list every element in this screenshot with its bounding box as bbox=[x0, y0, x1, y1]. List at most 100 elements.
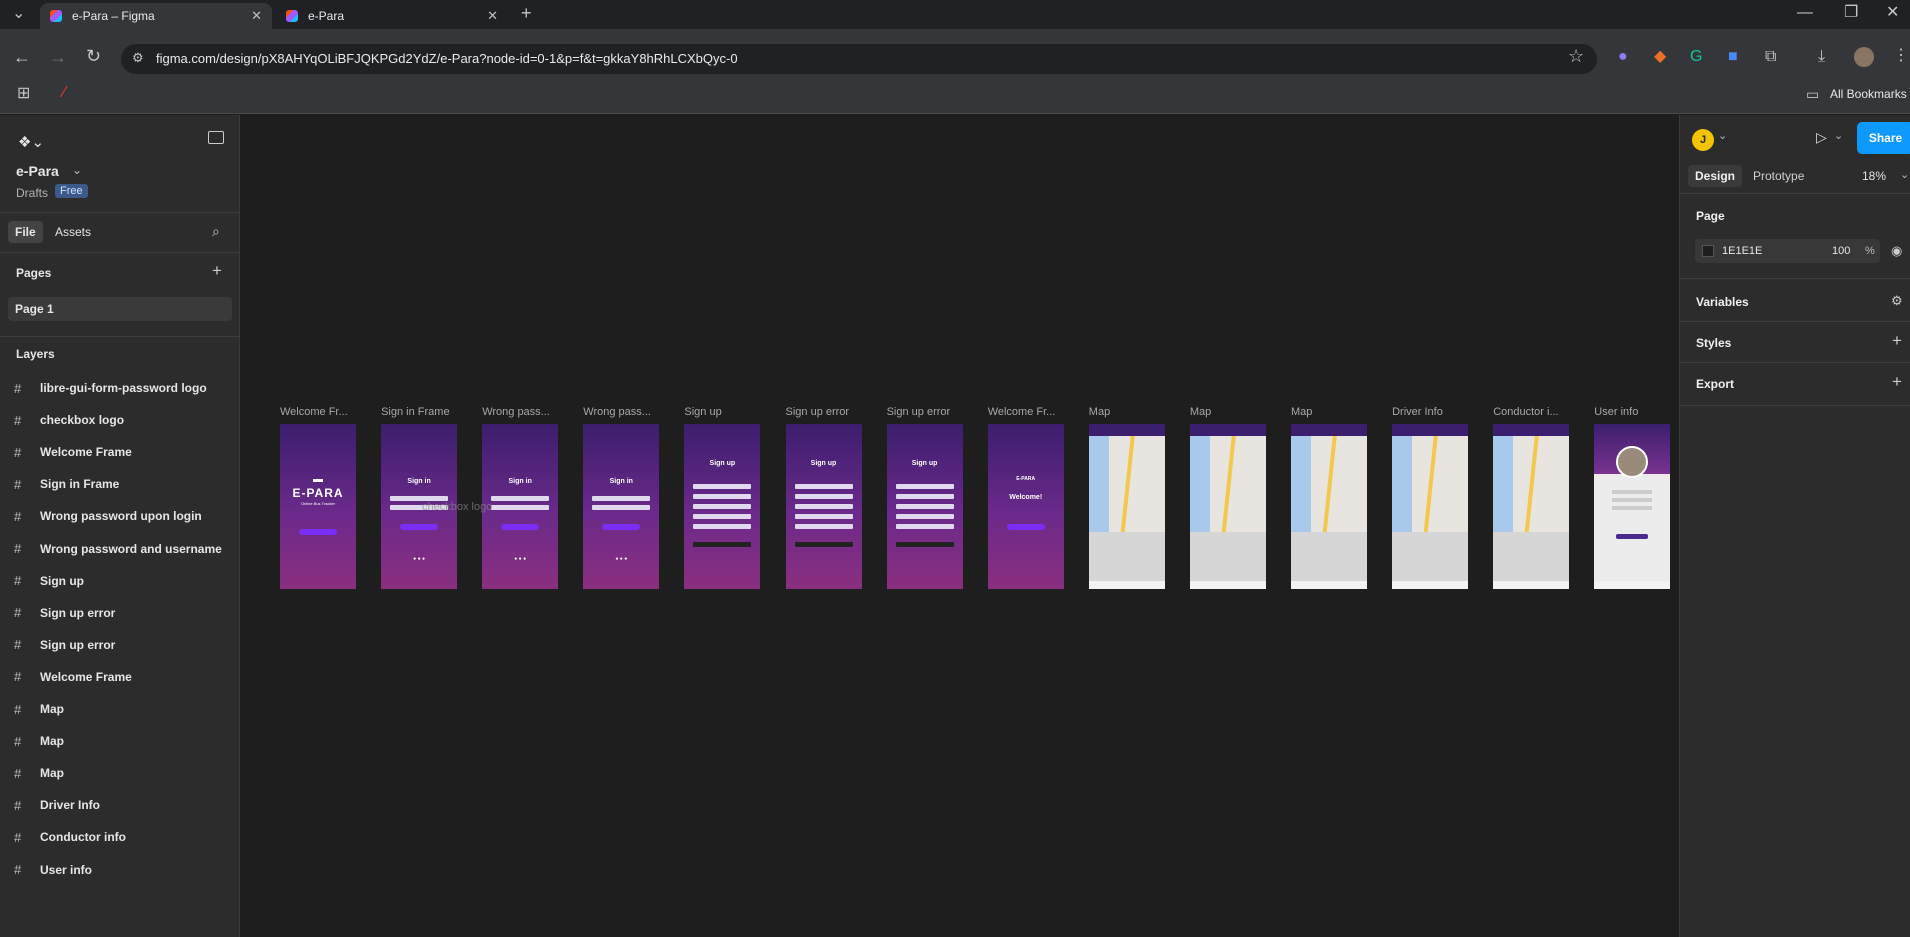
apps-grid-icon[interactable]: ⊞ bbox=[17, 86, 30, 102]
user-info-frame-thumbnail[interactable] bbox=[1594, 424, 1671, 589]
screen-frame-thumbnail[interactable]: E-PARA Welcome! bbox=[987, 424, 1064, 589]
zoom-level[interactable]: 18% bbox=[1862, 169, 1886, 183]
frame-icon: # bbox=[14, 637, 22, 653]
map-frame-thumbnail[interactable] bbox=[1088, 424, 1165, 589]
extension-icon[interactable]: ■ bbox=[1728, 49, 1738, 65]
search-icon[interactable]: ⌕ bbox=[212, 223, 220, 240]
back-icon[interactable]: ← bbox=[13, 48, 31, 66]
file-name[interactable]: e-Para bbox=[16, 163, 59, 179]
forward-icon[interactable]: → bbox=[49, 48, 67, 66]
layer-item[interactable]: # Conductor info bbox=[14, 827, 126, 847]
layer-item[interactable]: # Sign up error bbox=[14, 603, 115, 623]
form-field bbox=[895, 484, 954, 489]
map-frame-thumbnail[interactable] bbox=[1291, 424, 1367, 589]
panel-divider bbox=[1680, 193, 1910, 194]
variables-heading[interactable]: Variables bbox=[1696, 295, 1749, 309]
extension-icon[interactable]: ● bbox=[1618, 49, 1628, 65]
map-road bbox=[1220, 436, 1236, 546]
screen-frame-thumbnail[interactable]: Sign in ● ● ● bbox=[583, 424, 660, 589]
avatar-chevron-icon[interactable]: ⌄ bbox=[1718, 129, 1727, 142]
tab-search-chevron-icon[interactable]: ⌄ bbox=[12, 6, 25, 22]
layer-item[interactable]: # Map bbox=[14, 699, 64, 719]
close-tab-icon[interactable]: ✕ bbox=[487, 8, 498, 24]
avatar[interactable]: J bbox=[1692, 129, 1714, 151]
layer-item[interactable]: # Welcome Frame bbox=[14, 442, 132, 462]
tab-prototype[interactable]: Prototype bbox=[1753, 169, 1804, 183]
reload-icon[interactable]: ↻ bbox=[86, 47, 101, 65]
layer-item[interactable]: # Sign up error bbox=[14, 635, 115, 655]
share-button[interactable]: Share bbox=[1857, 122, 1910, 154]
map-frame-thumbnail[interactable] bbox=[1392, 424, 1469, 589]
frame-label[interactable]: Map bbox=[1190, 406, 1266, 418]
frame-label[interactable]: Wrong pass... bbox=[482, 406, 558, 418]
bookmark-star-icon[interactable]: ☆ bbox=[1568, 47, 1584, 65]
all-bookmarks-link[interactable]: All Bookmarks bbox=[1830, 87, 1907, 101]
layer-item[interactable]: # Wrong password and username bbox=[14, 539, 222, 559]
visibility-eye-icon[interactable]: ◉ bbox=[1891, 243, 1902, 259]
screen-frame-thumbnail[interactable]: Sign up bbox=[684, 424, 761, 589]
add-export-icon[interactable]: + bbox=[1892, 372, 1902, 392]
figma-menu-icon[interactable]: ❖⌄ bbox=[18, 133, 44, 151]
tab-file[interactable]: File bbox=[8, 221, 43, 243]
frame-label[interactable]: Sign up bbox=[684, 406, 760, 418]
frame-label[interactable]: Sign in Frame bbox=[381, 406, 457, 418]
zoom-chevron-icon[interactable]: ⌄ bbox=[1900, 168, 1909, 181]
minimize-icon[interactable]: — bbox=[1797, 5, 1813, 21]
layer-item[interactable]: # Welcome Frame bbox=[14, 667, 132, 687]
layer-item[interactable]: # User info bbox=[14, 860, 92, 880]
tab-assets[interactable]: Assets bbox=[55, 225, 91, 239]
add-page-icon[interactable]: + bbox=[212, 261, 222, 281]
close-window-icon[interactable]: ✕ bbox=[1886, 5, 1899, 21]
page-color-swatch[interactable] bbox=[1702, 245, 1714, 257]
profile-avatar[interactable] bbox=[1854, 47, 1874, 67]
close-tab-icon[interactable]: ✕ bbox=[251, 8, 262, 24]
drafts-location[interactable]: Drafts bbox=[16, 186, 48, 200]
frame-label[interactable]: Driver Info bbox=[1392, 406, 1468, 418]
layer-item[interactable]: # libre-gui-form-password logo bbox=[14, 378, 207, 398]
page-opacity[interactable]: 100 bbox=[1832, 245, 1850, 257]
screen-frame-thumbnail[interactable]: Sign up bbox=[785, 424, 862, 589]
new-tab-icon[interactable]: + bbox=[521, 4, 532, 22]
extension-icon[interactable]: ◆ bbox=[1654, 49, 1666, 65]
frame-label[interactable]: Conductor i... bbox=[1493, 406, 1569, 418]
url-text[interactable]: figma.com/design/pX8AHYqOLiBFJQKPGd2YdZ/… bbox=[156, 51, 738, 66]
grammarly-icon[interactable]: G bbox=[1690, 49, 1702, 65]
file-menu-chevron-icon[interactable]: ⌄ bbox=[72, 163, 82, 177]
variables-settings-icon[interactable]: ⚙ bbox=[1891, 293, 1903, 309]
layer-item[interactable]: # Map bbox=[14, 763, 64, 783]
layer-item[interactable]: # Sign up bbox=[14, 571, 84, 591]
download-icon[interactable]: ⤓ bbox=[1818, 49, 1825, 65]
layer-item[interactable]: # checkbox logo bbox=[14, 410, 124, 430]
frame-label[interactable]: Map bbox=[1089, 406, 1165, 418]
map-frame-thumbnail[interactable] bbox=[1493, 424, 1570, 589]
frame-label[interactable]: User info bbox=[1594, 406, 1670, 418]
add-style-icon[interactable]: + bbox=[1892, 331, 1902, 351]
page-color-hex[interactable]: 1E1E1E bbox=[1722, 245, 1762, 257]
site-info-icon[interactable]: ⚙ bbox=[132, 50, 144, 66]
layer-item[interactable]: # Wrong password upon login bbox=[14, 506, 202, 526]
screen-frame-thumbnail[interactable]: ▬ E-PARA Online Bus Tracker bbox=[280, 424, 356, 589]
screen-frame-thumbnail[interactable]: Sign up bbox=[886, 424, 963, 589]
tab-epara[interactable]: e-Para ✕ bbox=[276, 3, 508, 29]
toggle-sidebar-icon[interactable] bbox=[208, 131, 224, 144]
frame-label[interactable]: Sign up error bbox=[887, 406, 963, 418]
present-chevron-icon[interactable]: ⌄ bbox=[1834, 129, 1843, 142]
frame-label[interactable]: Welcome Fr... bbox=[988, 406, 1064, 418]
screen-frame-thumbnail[interactable]: Sign in ● ● ● bbox=[482, 424, 559, 589]
sign-in-button bbox=[400, 524, 439, 530]
layer-item[interactable]: # Driver Info bbox=[14, 795, 100, 815]
bookmark-favicon-icon[interactable]: ⁄ bbox=[63, 85, 66, 101]
frame-label[interactable]: Wrong pass... bbox=[583, 406, 659, 418]
present-play-icon[interactable]: ▷ bbox=[1816, 129, 1827, 146]
frame-label[interactable]: Sign up error bbox=[786, 406, 862, 418]
frame-label[interactable]: Welcome Fr... bbox=[280, 406, 356, 418]
tab-design[interactable]: Design bbox=[1688, 165, 1743, 187]
menu-kebab-icon[interactable]: ⋮ bbox=[1893, 48, 1909, 64]
restore-icon[interactable]: ❐ bbox=[1844, 5, 1858, 21]
tab-figma[interactable]: e-Para – Figma ✕ bbox=[40, 3, 272, 29]
extensions-puzzle-icon[interactable]: ⧉ bbox=[1765, 49, 1776, 65]
layer-item[interactable]: # Map bbox=[14, 731, 64, 751]
layer-item[interactable]: # Sign in Frame bbox=[14, 474, 119, 494]
frame-label[interactable]: Map bbox=[1291, 406, 1367, 418]
map-frame-thumbnail[interactable] bbox=[1189, 424, 1266, 589]
